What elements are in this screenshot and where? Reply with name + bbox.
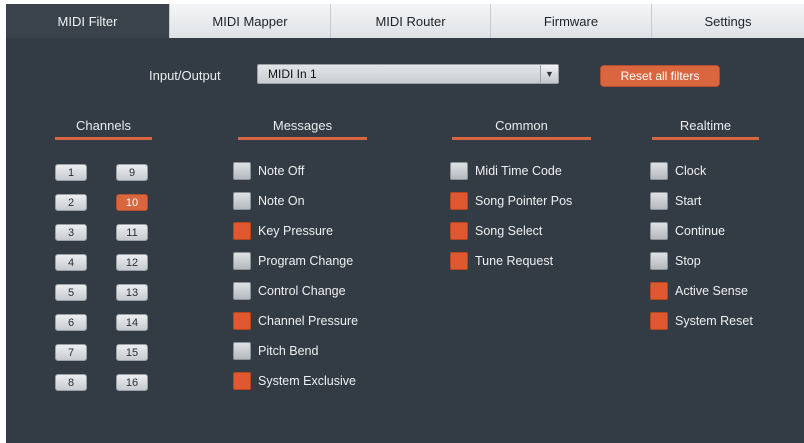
realtime-checkbox[interactable] (650, 312, 668, 330)
tab-midi-mapper[interactable]: MIDI Mapper (169, 4, 330, 38)
common-checkbox[interactable] (450, 252, 468, 270)
message-checkbox[interactable] (233, 372, 251, 390)
message-checkbox-label: Pitch Bend (258, 344, 319, 358)
message-checkbox-label: Control Change (258, 284, 346, 298)
message-checkbox[interactable] (233, 342, 251, 360)
channel-8-button[interactable]: 8 (55, 374, 87, 391)
common-checkbox-row[interactable]: Song Select (450, 222, 542, 240)
channel-12-button[interactable]: 12 (116, 254, 148, 271)
messages-header-underline (238, 137, 367, 140)
tab-settings[interactable]: Settings (651, 4, 804, 38)
channel-16-button[interactable]: 16 (116, 374, 148, 391)
message-checkbox-row[interactable]: Key Pressure (233, 222, 333, 240)
common-checkbox-label: Midi Time Code (475, 164, 562, 178)
channel-10-button[interactable]: 10 (116, 194, 148, 211)
message-checkbox-row[interactable]: Program Change (233, 252, 353, 270)
message-checkbox-row[interactable]: Note Off (233, 162, 304, 180)
message-checkbox-label: Key Pressure (258, 224, 334, 238)
realtime-checkbox-row[interactable]: Stop (650, 252, 701, 270)
tab-bar: MIDI Filter MIDI Mapper MIDI Router Firm… (6, 4, 804, 38)
tab-midi-router[interactable]: MIDI Router (330, 4, 490, 38)
channels-header-label: Channels (76, 118, 131, 133)
realtime-checkbox-row[interactable]: Active Sense (650, 282, 748, 300)
realtime-checkbox[interactable] (650, 282, 668, 300)
common-checkbox[interactable] (450, 162, 468, 180)
message-checkbox[interactable] (233, 162, 251, 180)
channels-header-underline (55, 137, 152, 140)
common-checkbox-row[interactable]: Midi Time Code (450, 162, 562, 180)
message-checkbox-label: System Exclusive (258, 374, 356, 388)
message-checkbox[interactable] (233, 312, 251, 330)
realtime-checkbox-row[interactable]: Start (650, 192, 701, 210)
common-checkbox-label: Song Pointer Pos (475, 194, 573, 208)
channels-header: Channels (55, 118, 152, 140)
channel-15-button[interactable]: 15 (116, 344, 148, 361)
reset-all-filters-button[interactable]: Reset all filters (600, 65, 720, 87)
message-checkbox-row[interactable]: Pitch Bend (233, 342, 318, 360)
channel-9-button[interactable]: 9 (116, 164, 148, 181)
common-checkbox-label: Tune Request (475, 254, 554, 268)
message-checkbox-row[interactable]: Note On (233, 192, 305, 210)
channel-3-button[interactable]: 3 (55, 224, 87, 241)
channel-6-button[interactable]: 6 (55, 314, 87, 331)
common-header-label: Common (495, 118, 548, 133)
realtime-checkbox-label: System Reset (675, 314, 753, 328)
common-checkbox-row[interactable]: Tune Request (450, 252, 553, 270)
realtime-checkbox-label: Continue (675, 224, 726, 238)
messages-header: Messages (238, 118, 367, 140)
realtime-checkbox-row[interactable]: Continue (650, 222, 725, 240)
channel-1-button[interactable]: 1 (55, 164, 87, 181)
message-checkbox-label: Note Off (258, 164, 305, 178)
common-checkbox[interactable] (450, 222, 468, 240)
common-header-underline (452, 137, 591, 140)
input-output-value: MIDI In 1 (268, 67, 317, 81)
realtime-checkbox-label: Active Sense (675, 284, 748, 298)
channel-11-button[interactable]: 11 (116, 224, 148, 241)
realtime-checkbox[interactable] (650, 162, 668, 180)
channel-7-button[interactable]: 7 (55, 344, 87, 361)
input-output-select[interactable]: MIDI In 1 ▼ (257, 64, 559, 84)
dropdown-arrow-icon[interactable]: ▼ (540, 65, 558, 83)
common-header: Common (452, 118, 591, 140)
realtime-checkbox[interactable] (650, 222, 668, 240)
message-checkbox-label: Note On (258, 194, 305, 208)
message-checkbox[interactable] (233, 282, 251, 300)
message-checkbox-row[interactable]: Control Change (233, 282, 346, 300)
realtime-checkbox-row[interactable]: Clock (650, 162, 706, 180)
tab-firmware[interactable]: Firmware (490, 4, 651, 38)
channel-4-button[interactable]: 4 (55, 254, 87, 271)
message-checkbox-label: Program Change (258, 254, 354, 268)
messages-header-label: Messages (272, 118, 333, 133)
message-checkbox-row[interactable]: Channel Pressure (233, 312, 358, 330)
message-checkbox-label: Channel Pressure (258, 314, 359, 328)
message-checkbox[interactable] (233, 222, 251, 240)
realtime-checkbox-label: Clock (675, 164, 707, 178)
realtime-checkbox-label: Start (675, 194, 702, 208)
common-checkbox[interactable] (450, 192, 468, 210)
realtime-checkbox[interactable] (650, 192, 668, 210)
message-checkbox[interactable] (233, 192, 251, 210)
message-checkbox[interactable] (233, 252, 251, 270)
realtime-checkbox-label: Stop (675, 254, 701, 268)
channel-2-button[interactable]: 2 (55, 194, 87, 211)
channel-5-button[interactable]: 5 (55, 284, 87, 301)
common-checkbox-row[interactable]: Song Pointer Pos (450, 192, 572, 210)
realtime-header: Realtime (652, 118, 759, 140)
channel-14-button[interactable]: 14 (116, 314, 148, 331)
common-checkbox-label: Song Select (475, 224, 543, 238)
realtime-checkbox-row[interactable]: System Reset (650, 312, 753, 330)
tab-midi-filter[interactable]: MIDI Filter (6, 4, 169, 38)
realtime-checkbox[interactable] (650, 252, 668, 270)
channel-13-button[interactable]: 13 (116, 284, 148, 301)
message-checkbox-row[interactable]: System Exclusive (233, 372, 356, 390)
realtime-header-underline (652, 137, 759, 140)
realtime-header-label: Realtime (679, 118, 732, 133)
input-output-label: Input/Output (149, 68, 221, 83)
